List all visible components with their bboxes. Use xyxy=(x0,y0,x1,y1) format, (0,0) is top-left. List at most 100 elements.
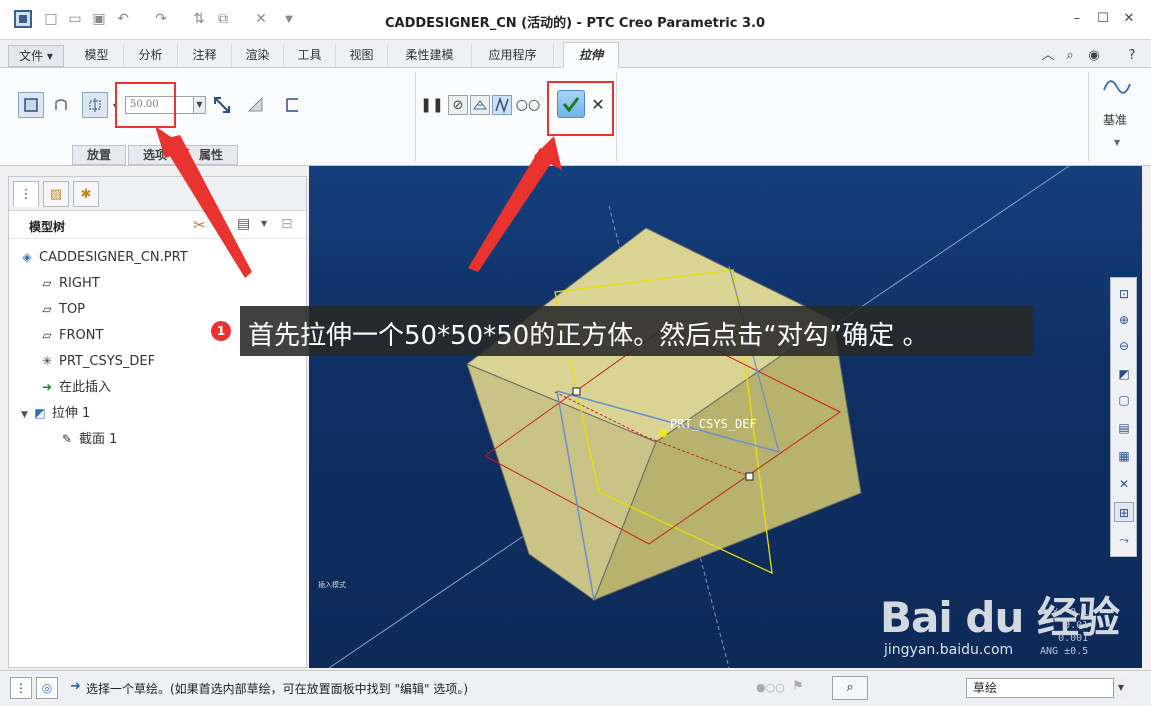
favorites-tab-icon[interactable]: ✱ xyxy=(73,181,99,207)
datum-plane-icon: ▱ xyxy=(42,328,52,342)
extrude-solid-button[interactable] xyxy=(18,92,44,118)
tree-item-extrude[interactable]: ▼ ◩ 拉伸 1 xyxy=(21,403,90,423)
creo-app-icon[interactable] xyxy=(14,10,32,28)
display-style-icon[interactable]: ▢ xyxy=(1114,390,1134,410)
maximize-button[interactable]: ☐ xyxy=(1090,8,1116,30)
zoom-in-icon[interactable]: ⊕ xyxy=(1114,310,1134,330)
browser-icon[interactable]: ◎ xyxy=(36,677,58,699)
model-tree-tab-icon[interactable]: ⋮ xyxy=(13,181,39,207)
blind-depth-icon xyxy=(89,98,101,112)
ribbon-divider xyxy=(415,72,416,162)
tools-icon[interactable]: ✂ xyxy=(193,216,206,234)
tab-view[interactable]: 视图 xyxy=(336,45,388,67)
tab-annotate[interactable]: 注释 xyxy=(178,45,232,67)
zoom-out-icon[interactable]: ⊖ xyxy=(1114,336,1134,356)
mesh-preview-icon[interactable] xyxy=(470,95,490,115)
tree-item-front[interactable]: ▱ FRONT xyxy=(39,325,103,345)
tree-item-top[interactable]: ▱ TOP xyxy=(39,299,85,319)
options-panel-tab[interactable]: 选项 xyxy=(128,145,182,165)
datum-plane-icon: ▱ xyxy=(42,302,52,316)
tree-item-label: CADDESIGNER_CN.PRT xyxy=(39,250,188,265)
tolerance-line: 0.001 xyxy=(1058,633,1089,644)
tab-file[interactable]: 文件 ▾ xyxy=(8,45,64,67)
redo-icon[interactable]: ↷ xyxy=(152,10,170,28)
depth-value-dropdown[interactable]: ▼ xyxy=(193,96,206,114)
datum-curve-icon xyxy=(1103,80,1131,94)
part-icon: ◈ xyxy=(22,250,32,264)
close-button[interactable]: ✕ xyxy=(1116,8,1142,30)
close-window-icon[interactable]: ✕ xyxy=(252,10,270,28)
tree-item-section[interactable]: ✎ 截面 1 xyxy=(59,429,117,449)
csys-label: PRT_CSYS_DEF xyxy=(670,417,757,431)
insert-arrow-icon: ➜ xyxy=(41,380,53,394)
refit-icon[interactable]: ⊡ xyxy=(1114,284,1134,304)
thicken-button[interactable] xyxy=(280,92,304,118)
view-manager-icon[interactable]: ▦ xyxy=(1114,446,1134,466)
find-icon[interactable]: ⌕ xyxy=(832,676,868,700)
tree-item-insert-here[interactable]: ➜ 在此插入 xyxy=(39,377,111,397)
drag-handle[interactable] xyxy=(572,387,581,396)
tab-analysis[interactable]: 分析 xyxy=(124,45,178,67)
csys-origin xyxy=(659,429,667,437)
drag-handle[interactable] xyxy=(745,472,754,481)
expand-arrow-icon[interactable]: ▼ xyxy=(21,410,28,420)
tab-tools[interactable]: 工具 xyxy=(284,45,336,67)
datum-dropdown-icon[interactable]: ▼ xyxy=(1114,138,1120,147)
flip-direction-button[interactable] xyxy=(210,92,234,118)
mesh-icon xyxy=(473,100,487,110)
settings-dropdown-icon[interactable]: ▼ xyxy=(261,219,267,228)
new-file-icon[interactable]: □ xyxy=(42,10,60,28)
repaint-icon[interactable]: ◩ xyxy=(1114,364,1134,384)
flag-icon[interactable]: ⚑ xyxy=(792,679,804,694)
datum-display-icon[interactable]: ✕ xyxy=(1114,474,1134,494)
tab-applications[interactable]: 应用程序 xyxy=(472,45,554,67)
regenerate-icon[interactable]: ⇅ xyxy=(190,10,208,28)
tree-item-part[interactable]: ◈ CADDESIGNER_CN.PRT xyxy=(19,247,188,267)
glasses-preview-icon[interactable]: ○○ xyxy=(516,96,540,114)
folder-browser-tab-icon[interactable]: ▨ xyxy=(43,181,69,207)
open-file-icon[interactable]: ▭ xyxy=(66,10,84,28)
tree-item-csys[interactable]: ✳ PRT_CSYS_DEF xyxy=(39,351,155,371)
extrude-surface-button[interactable] xyxy=(48,92,74,118)
datum-sine-icon[interactable] xyxy=(1102,72,1132,102)
tab-render[interactable]: 渲染 xyxy=(232,45,284,67)
saved-views-icon[interactable]: ▤ xyxy=(1114,418,1134,438)
tree-item-right[interactable]: ▱ RIGHT xyxy=(39,273,99,293)
tab-extrude[interactable]: 拉伸 xyxy=(563,42,619,69)
baidu-watermark: Bai du 经验 jingyan.baidu.com xyxy=(870,582,1140,668)
pause-icon[interactable]: ❚❚ xyxy=(420,96,443,114)
placement-panel-tab[interactable]: 放置 xyxy=(72,145,126,165)
collapse-ribbon-icon[interactable]: ︿ xyxy=(1040,48,1056,64)
help-icon[interactable]: ? xyxy=(1124,48,1140,64)
tree-item-label: PRT_CSYS_DEF xyxy=(59,354,156,369)
insert-mode-hint: 插入模式 xyxy=(318,581,346,589)
windows-icon[interactable]: ⧉ xyxy=(214,10,232,28)
selection-filter-dropdown-icon[interactable]: ▼ xyxy=(1113,678,1128,698)
no-preview-icon[interactable]: ⊘ xyxy=(448,95,468,115)
tab-model[interactable]: 模型 xyxy=(70,45,124,67)
tree-settings-icon[interactable]: ▤ xyxy=(237,216,250,232)
sketch-icon: ✎ xyxy=(61,432,73,446)
selection-filter-select[interactable]: 草绘 xyxy=(966,678,1128,698)
customize-dropdown-icon[interactable]: ▼ xyxy=(280,10,298,28)
settings-icon[interactable]: ◉ xyxy=(1086,48,1102,64)
datum-label[interactable]: 基准 xyxy=(1103,111,1127,128)
verify-icon xyxy=(495,97,509,113)
message-arrow-icon: ➜ xyxy=(70,679,81,694)
minimize-button[interactable]: – xyxy=(1064,8,1090,30)
spin-center-icon[interactable]: ⤳ xyxy=(1114,530,1134,550)
properties-panel-tab[interactable]: 属性 xyxy=(184,145,238,165)
tab-flexible-modeling[interactable]: 柔性建模 xyxy=(388,45,472,67)
filter-icon[interactable]: ⊟ xyxy=(281,216,293,232)
csys-icon: ✳ xyxy=(41,354,53,368)
tolerance-readout: X Y: 0.1 0.01 0.001 ANG ±0.5 xyxy=(1040,606,1088,658)
undo-icon[interactable]: ↶ xyxy=(114,10,132,28)
extrude-dashboard: ▾ 50.00 ▼ 放置 选项 属性 ❚❚ ⊘ ○○ ✕ 基准 ▼ xyxy=(0,68,1151,166)
show-navigator-icon[interactable]: ⋮ xyxy=(10,677,32,699)
verify-preview-icon[interactable] xyxy=(492,95,512,115)
save-icon[interactable]: ▣ xyxy=(90,10,108,28)
remove-material-button[interactable] xyxy=(244,92,268,118)
depth-option-button[interactable] xyxy=(82,92,108,118)
annotation-display-icon[interactable]: ⊞ xyxy=(1114,502,1134,522)
search-icon[interactable]: ⌕ xyxy=(1062,48,1078,64)
